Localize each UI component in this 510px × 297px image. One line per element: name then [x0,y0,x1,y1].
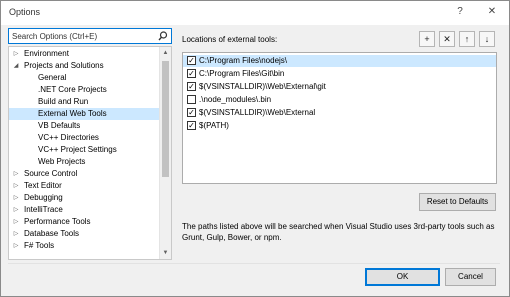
scroll-down-icon[interactable]: ▼ [160,247,171,259]
close-button[interactable]: ✕ [484,5,500,19]
tree-item-label: Projects and Solutions [24,61,104,70]
tree-item[interactable]: ▷ Environment [9,48,159,60]
tree-item-label: Environment [24,49,69,58]
remove-path-icon[interactable]: ✕ [439,31,455,47]
expand-arrow-icon[interactable]: ▷ [12,228,20,240]
tree-item-label: External Web Tools [38,109,107,118]
path-checkbox[interactable]: ✓ [187,82,196,91]
path-row[interactable]: ✓ $(VSINSTALLDIR)\Web\External\git [183,81,496,93]
scroll-thumb[interactable] [162,61,169,177]
tree-item-label: VC++ Directories [38,133,99,142]
move-down-icon[interactable]: ↓ [479,31,495,47]
search-placeholder: Search Options (Ctrl+E) [12,32,98,41]
tree-item-label: Web Projects [38,157,86,166]
tree-item[interactable]: ▷ F# Tools [9,240,159,252]
expand-arrow-icon[interactable]: ▷ [12,180,20,192]
path-checkbox[interactable]: ✓ [187,56,196,65]
options-dialog: Options ? ✕ Search Options (Ctrl+E) ▲ ▼ … [0,0,510,297]
tree-item[interactable]: VC++ Project Settings [9,144,159,156]
path-text: C:\Program Files\nodejs\ [199,56,288,65]
title-bar: Options ? ✕ [1,1,509,25]
collapse-arrow-icon[interactable]: ◢ [12,60,20,72]
tree-item-label: IntelliTrace [24,205,63,214]
search-icon[interactable] [157,30,169,42]
path-checkbox[interactable] [187,95,196,104]
help-button[interactable]: ? [452,5,468,19]
tree-item[interactable]: ▷ Source Control [9,168,159,180]
add-path-icon[interactable]: + [419,31,435,47]
search-input[interactable]: Search Options (Ctrl+E) [8,28,172,44]
expand-arrow-icon[interactable]: ▷ [12,192,20,204]
tree-item-label: VB Defaults [38,121,81,130]
tree-item-label: VC++ Project Settings [38,145,117,154]
tree-scrollbar[interactable]: ▲ ▼ [159,47,171,259]
tree-item-label: Performance Tools [24,217,91,226]
tree-item-label: Debugging [24,193,63,202]
tree-item[interactable]: ▷ IntelliTrace [9,204,159,216]
reset-defaults-button[interactable]: Reset to Defaults [419,193,496,211]
paths-list: ✓ C:\Program Files\nodejs\ ✓ C:\Program Fil… [182,52,497,184]
paths-description: The paths listed above will be searched … [182,222,495,242]
window-title: Options [9,7,41,17]
tree-item-label: Database Tools [24,229,79,238]
tree-item-label: Build and Run [38,97,89,106]
path-checkbox[interactable]: ✓ [187,108,196,117]
tree-item[interactable]: .NET Core Projects [9,84,159,96]
path-text: C:\Program Files\Git\bin [199,69,285,78]
path-row[interactable]: ✓ C:\Program Files\nodejs\ [183,55,496,67]
expand-arrow-icon[interactable]: ▷ [12,204,20,216]
tree-item[interactable]: VB Defaults [9,120,159,132]
tools-locations-label: Locations of external tools: [182,35,278,44]
path-checkbox[interactable]: ✓ [187,121,196,130]
tree-item[interactable]: ▷ Text Editor [9,180,159,192]
tree-item[interactable]: ▷ Database Tools [9,228,159,240]
tree-item[interactable]: VC++ Directories [9,132,159,144]
tree-item[interactable]: General [9,72,159,84]
path-checkbox[interactable]: ✓ [187,69,196,78]
expand-arrow-icon[interactable]: ▷ [12,48,20,60]
tree-item-label: Source Control [24,169,78,178]
tree-item[interactable]: ◢ Projects and Solutions [9,60,159,72]
path-row[interactable]: ✓ $(VSINSTALLDIR)\Web\External [183,107,496,119]
path-text: $(PATH) [199,121,229,130]
cancel-button[interactable]: Cancel [445,268,496,286]
tree-item[interactable]: Web Projects [9,156,159,168]
tree-item-label: F# Tools [24,241,55,250]
path-text: $(VSINSTALLDIR)\Web\External [199,108,316,117]
expand-arrow-icon[interactable]: ▷ [12,168,20,180]
expand-arrow-icon[interactable]: ▷ [12,216,20,228]
options-tree: ▲ ▼ ▷ Environment ◢ Projects and Solutions G… [8,46,172,260]
ok-button[interactable]: OK [365,268,440,286]
path-row[interactable]: ✓ C:\Program Files\Git\bin [183,68,496,80]
expand-arrow-icon[interactable]: ▷ [12,240,20,252]
path-row[interactable]: ✓ $(PATH) [183,120,496,132]
tree-item[interactable]: External Web Tools [9,108,159,120]
tree-item-label: Text Editor [24,181,62,190]
scroll-up-icon[interactable]: ▲ [160,47,171,59]
move-up-icon[interactable]: ↑ [459,31,475,47]
path-text: .\node_modules\.bin [199,95,272,104]
tree-item-label: General [38,73,67,82]
path-row[interactable]: .\node_modules\.bin [183,94,496,106]
tree-item-label: .NET Core Projects [38,85,107,94]
tree-item[interactable]: ▷ Debugging [9,192,159,204]
tree-item[interactable]: ▷ Performance Tools [9,216,159,228]
tree-item[interactable]: Build and Run [9,96,159,108]
divider [8,263,500,264]
path-text: $(VSINSTALLDIR)\Web\External\git [199,82,326,91]
